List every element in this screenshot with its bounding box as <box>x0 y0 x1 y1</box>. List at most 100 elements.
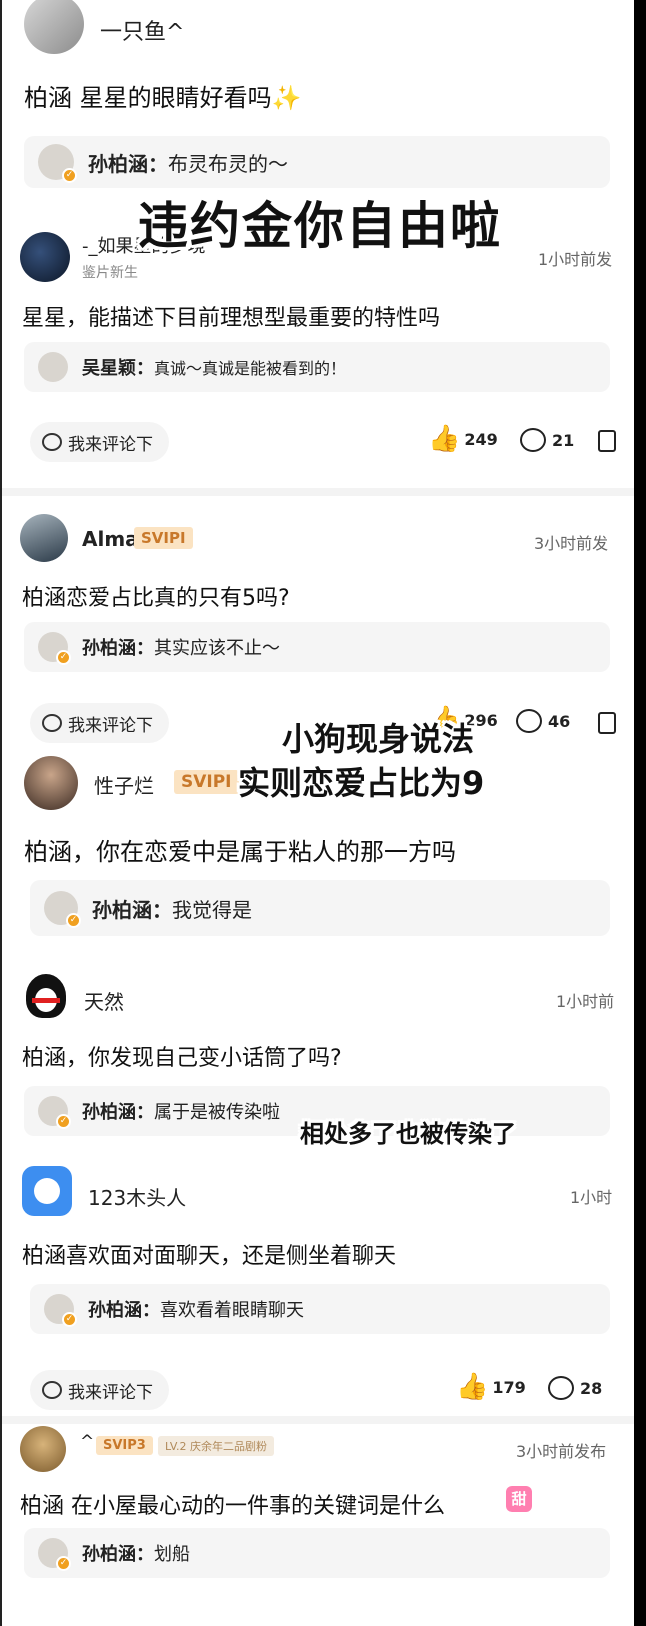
like-button[interactable]: 👍 249 <box>428 424 498 454</box>
reply-text: 划船 <box>154 1544 190 1565</box>
post-time: 3小时前发 <box>534 534 609 553</box>
comment-button-label: 我来评论下 <box>68 1382 153 1403</box>
like-count: 179 <box>492 1377 526 1397</box>
replier-name: 孙柏涵： <box>92 897 172 922</box>
verified-icon: ✓ <box>62 1312 77 1327</box>
user-avatar[interactable] <box>24 756 78 810</box>
replier-name: 孙柏涵： <box>82 1544 154 1565</box>
reply-box[interactable]: ✓ 孙柏涵： 划船 <box>24 1528 610 1578</box>
comments-button[interactable]: 21 <box>520 428 574 452</box>
comment-count: 28 <box>580 1378 603 1398</box>
comment-feed: 一只鱼^ 柏涵 星星的眼睛好看吗✨ ✓ 孙柏涵： 布灵布灵的～ -_如果星的梦境… <box>0 0 646 1626</box>
reply-text: 其实应该不止～ <box>154 638 280 659</box>
replier-avatar <box>38 352 68 382</box>
username[interactable]: 123木头人 <box>88 1182 186 1211</box>
emoji-badge: 甜 <box>506 1486 532 1512</box>
comment-button-label: 我来评论下 <box>68 434 153 455</box>
verified-icon: ✓ <box>56 1556 71 1571</box>
qq-penguin-avatar[interactable] <box>26 974 66 1018</box>
comment-count: 21 <box>552 430 575 450</box>
post-time: 1小时前发 <box>538 250 613 269</box>
replier-name: 孙柏涵： <box>88 1300 160 1321</box>
post-time: 1小时前 <box>556 992 615 1011</box>
level-badge: LV.2 庆余年二品剧粉 <box>158 1436 275 1456</box>
question-text: 柏涵 在小屋最心动的一件事的关键词是什么 <box>20 1494 445 1519</box>
reply-box[interactable]: 吴星颖： 真诚～真诚是能被看到的！ <box>24 342 610 392</box>
user-avatar[interactable] <box>22 1166 72 1216</box>
avatar-face <box>34 1178 60 1204</box>
reply-text: 布灵布灵的～ <box>168 151 288 176</box>
comment-bubble-icon <box>548 1376 574 1400</box>
replier-avatar: ✓ <box>38 1096 71 1129</box>
replier-name: 孙柏涵： <box>82 1102 154 1123</box>
replier-avatar: ✓ <box>38 1538 71 1571</box>
verified-icon: ✓ <box>62 168 77 183</box>
reply-box[interactable]: ✓ 孙柏涵： 其实应该不止～ <box>24 622 610 672</box>
post-time: 1小时 <box>570 1188 613 1207</box>
edit-icon[interactable] <box>598 430 616 452</box>
username[interactable]: ^ <box>80 1432 94 1452</box>
caption-overlay: 相处多了也被传染了 <box>300 1120 516 1148</box>
divider <box>0 1416 634 1424</box>
user-avatar[interactable] <box>24 0 84 54</box>
comment-button[interactable]: 我来评论下 <box>30 1370 169 1410</box>
like-button[interactable]: 👍 179 <box>456 1372 526 1402</box>
caption-overlay: 违约金你自由啦 <box>138 197 502 255</box>
verified-icon: ✓ <box>56 650 71 665</box>
user-subtitle: 鉴片新生 <box>82 265 138 281</box>
reply-box[interactable]: ✓ 孙柏涵： 布灵布灵的～ <box>24 136 610 188</box>
question-text: 星星，能描述下目前理想型最重要的特性吗 <box>22 306 441 331</box>
question-text: 柏涵恋爱占比真的只有5吗? <box>22 586 290 611</box>
svip-badge: SVIPI <box>134 527 193 549</box>
username[interactable]: 天然 <box>84 986 124 1015</box>
post-time: 3小时前发布 <box>516 1442 607 1461</box>
question-text: 柏涵，你发现自己变小话筒了吗? <box>22 1046 342 1071</box>
replier-avatar: ✓ <box>38 144 77 183</box>
svip-badge: SVIPI <box>174 770 239 794</box>
replier-name: 孙柏涵： <box>82 638 154 659</box>
thumbs-up-icon: 👍 <box>428 424 461 454</box>
question-text: 柏涵 星星的眼睛好看吗✨ <box>24 84 302 112</box>
user-avatar[interactable] <box>20 1426 66 1472</box>
divider <box>0 488 634 496</box>
reply-box[interactable]: ✓ 孙柏涵： 我觉得是 <box>30 880 610 936</box>
comment-icon <box>42 433 62 451</box>
frame-edge-left <box>0 0 2 1626</box>
comments-button[interactable]: 46 <box>516 709 570 733</box>
username[interactable]: 性子烂 <box>94 770 154 799</box>
caption-overlay: 小狗现身说法 <box>282 720 475 758</box>
penguin-scarf <box>32 998 60 1003</box>
frame-edge-right <box>634 0 646 1626</box>
comment-button[interactable]: 我来评论下 <box>30 703 169 743</box>
comment-bubble-icon <box>516 709 542 733</box>
verified-icon: ✓ <box>56 1114 71 1129</box>
caption-overlay: 实则恋爱占比为9 <box>238 764 485 802</box>
like-count: 249 <box>464 429 498 449</box>
comments-button[interactable]: 28 <box>548 1376 602 1400</box>
replier-avatar: ✓ <box>38 632 71 665</box>
question-text: 柏涵喜欢面对面聊天，还是侧坐着聊天 <box>22 1244 397 1269</box>
reply-text: 真诚～真诚是能被看到的！ <box>154 359 347 378</box>
replier-name: 吴星颖： <box>82 358 154 379</box>
replier-avatar: ✓ <box>44 891 81 928</box>
comment-icon <box>42 714 62 732</box>
edit-icon[interactable] <box>598 712 616 734</box>
replier-name: 孙柏涵： <box>88 151 168 176</box>
comment-button[interactable]: 我来评论下 <box>30 422 169 462</box>
reply-text: 我觉得是 <box>172 897 252 922</box>
svip-badge: SVIP3 <box>96 1436 153 1455</box>
comment-button-label: 我来评论下 <box>68 715 153 736</box>
replier-avatar: ✓ <box>44 1294 77 1327</box>
user-avatar[interactable] <box>20 514 68 562</box>
reply-box[interactable]: ✓ 孙柏涵： 喜欢看着眼睛聊天 <box>30 1284 610 1334</box>
user-avatar[interactable] <box>20 232 70 282</box>
comment-bubble-icon <box>520 428 546 452</box>
comment-icon <box>42 1381 62 1399</box>
question-text: 柏涵，你在恋爱中是属于粘人的那一方吗 <box>24 838 456 866</box>
verified-icon: ✓ <box>66 913 81 928</box>
username[interactable]: 一只鱼^ <box>100 14 184 46</box>
username[interactable]: Alma <box>82 527 139 551</box>
comment-count: 46 <box>548 711 571 731</box>
thumbs-up-icon: 👍 <box>456 1372 489 1402</box>
reply-text: 属于是被传染啦 <box>154 1102 280 1123</box>
